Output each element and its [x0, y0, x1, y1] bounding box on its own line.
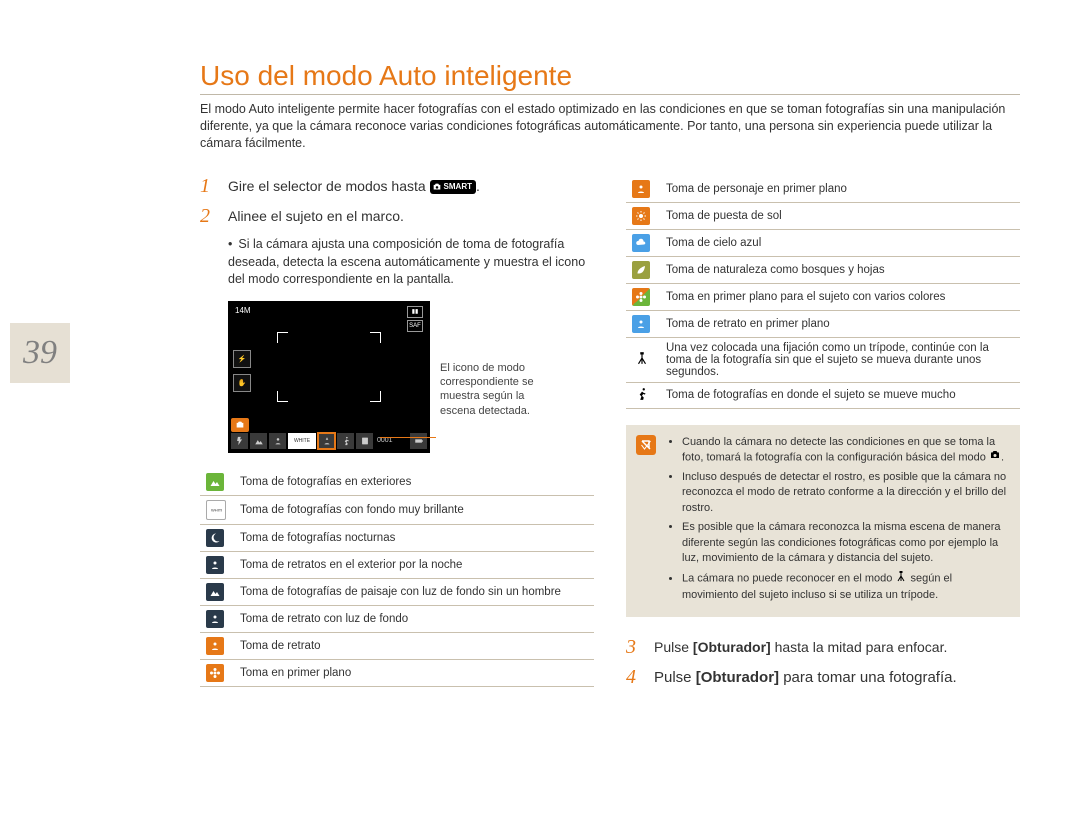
backlight-landscape-icon: [206, 583, 224, 601]
tripod-icon: [632, 351, 652, 365]
stabilizer-icon: ✋: [233, 374, 251, 392]
svg-text:WHITE: WHITE: [211, 507, 222, 512]
closeup-portrait-icon: [632, 315, 650, 333]
note-item: Incluso después de detectar el rostro, e…: [682, 470, 1008, 516]
sunset-icon: [632, 207, 650, 225]
page-title: Uso del modo Auto inteligente: [200, 60, 1020, 95]
scene-icon-table-right: Toma de personaje en primer planoToma de…: [626, 176, 1020, 409]
icon-row: Toma en primer plano: [200, 659, 594, 686]
step-number: 1: [200, 176, 216, 196]
page-content: Uso del modo Auto inteligente El modo Au…: [0, 0, 1080, 699]
strip-white-icon: WHITE: [288, 433, 316, 449]
icon-row: Toma de cielo azul: [626, 229, 1020, 256]
icon-label: Toma de retratos en el exterior por la n…: [234, 551, 594, 578]
icon-row: WHITE Toma de fotografías con fondo muy b…: [200, 495, 594, 524]
icon-row: Toma de retrato: [200, 632, 594, 659]
icon-label: Toma en primer plano para el sujeto con …: [660, 283, 1020, 310]
step-number: 3: [626, 637, 642, 657]
camera-mode-strip: WHITE 0001: [231, 432, 427, 450]
white-icon: WHITE: [206, 500, 226, 520]
frame-counter: 0001: [375, 433, 395, 449]
resolution-indicator: 14M: [235, 306, 251, 332]
icon-row: Toma de fotografías en donde el sujeto s…: [626, 382, 1020, 408]
camera-display: 14M ▮▮ SAF ⚡ ✋: [228, 301, 430, 453]
macro-color-icon: [632, 288, 650, 306]
icon-row: Toma de naturaleza como bosques y hojas: [626, 256, 1020, 283]
strip-card-icon: [356, 433, 373, 449]
strip-flash-icon: [231, 433, 248, 449]
note-icon: [636, 435, 656, 455]
icon-label: Toma en primer plano: [234, 659, 594, 686]
icon-row: Toma de retratos en el exterior por la n…: [200, 551, 594, 578]
icon-label: Toma de fotografías en exteriores: [234, 469, 594, 496]
icon-row: Toma en primer plano para el sujeto con …: [626, 283, 1020, 310]
icon-label: Toma de fotografías de paisaje con luz d…: [234, 578, 594, 605]
backlight-portrait-icon: [206, 610, 224, 628]
smart-tag-icon: [231, 418, 249, 432]
motion-icon: [632, 387, 652, 401]
note-item: La cámara no puede reconocer en el modo …: [682, 570, 1008, 603]
strip-detected-icon: [318, 433, 335, 449]
camera-inline-icon: [989, 450, 1001, 465]
notes-box: Cuando la cámara no detecte las condicio…: [626, 425, 1020, 618]
night-icon: [206, 529, 224, 547]
strip-battery-icon: [410, 433, 427, 449]
tripod-inline-icon: [895, 570, 907, 587]
icon-row: Toma de fotografías de paisaje con luz d…: [200, 578, 594, 605]
right-column: Toma de personaje en primer planoToma de…: [626, 176, 1020, 700]
icon-row: Toma de retrato con luz de fondo: [200, 605, 594, 632]
step-2-detail: •Si la cámara ajusta una composición de …: [228, 236, 594, 289]
icon-label: Toma de cielo azul: [660, 229, 1020, 256]
step-4: 4 Pulse [Obturador] para tomar una fotog…: [626, 667, 1020, 689]
step-text: Alinee el sujeto en el marco.: [228, 206, 594, 226]
step-number: 4: [626, 667, 642, 689]
left-column: 1 Gire el selector de modos hasta SMART …: [200, 176, 594, 700]
scene-icon-table-left: Toma de fotografías en exteriores WHITE To…: [200, 469, 594, 687]
page-number: 39: [10, 323, 70, 383]
camera-glyph-icon: [432, 183, 442, 191]
step-text: Gire el selector de modos hasta SMART .: [228, 176, 594, 196]
night-portrait-icon: [206, 556, 224, 574]
step-3: 3 Pulse [Obturador] hasta la mitad para …: [626, 637, 1020, 657]
icon-row: Toma de fotografías en exteriores: [200, 469, 594, 496]
bluesky-icon: [632, 234, 650, 252]
icon-label: Una vez colocada una fijación como un tr…: [660, 337, 1020, 382]
step-text: Pulse [Obturador] para tomar una fotogra…: [654, 667, 1020, 689]
icon-label: Toma de fotografías en donde el sujeto s…: [660, 382, 1020, 408]
battery-icon: ▮▮: [407, 306, 423, 318]
icon-label: Toma de retrato en primer plano: [660, 310, 1020, 337]
note-item: Cuando la cámara no detecte las condicio…: [682, 435, 1008, 466]
icon-label: Toma de retrato con luz de fondo: [234, 605, 594, 632]
icon-row: Toma de puesta de sol: [626, 202, 1020, 229]
icon-label: Toma de personaje en primer plano: [660, 176, 1020, 203]
macro-icon: [206, 664, 224, 682]
icon-row: Toma de fotografías nocturnas: [200, 524, 594, 551]
mode-icon-callout: El icono de modo correspondiente se mues…: [440, 301, 560, 418]
icon-row: Toma de retrato en primer plano: [626, 310, 1020, 337]
strip-mountain-icon: [250, 433, 267, 449]
flash-icon: ⚡: [233, 350, 251, 368]
icon-label: Toma de fotografías nocturnas: [234, 524, 594, 551]
icon-label: Toma de naturaleza como bosques y hojas: [660, 256, 1020, 283]
strip-person-icon: [269, 433, 286, 449]
af-indicator: SAF: [407, 320, 423, 332]
icon-row: Toma de personaje en primer plano: [626, 176, 1020, 203]
intro-paragraph: El modo Auto inteligente permite hacer f…: [200, 101, 1020, 152]
icon-label: Toma de retrato: [234, 632, 594, 659]
icon-label: Toma de puesta de sol: [660, 202, 1020, 229]
note-item: Es posible que la cámara reconozca la mi…: [682, 520, 1008, 566]
icon-row: Una vez colocada una fijación como un tr…: [626, 337, 1020, 382]
step-text: Pulse [Obturador] hasta la mitad para en…: [654, 637, 1020, 657]
step-2: 2 Alinee el sujeto en el marco.: [200, 206, 594, 226]
focus-frame: [277, 332, 381, 402]
portrait-icon: [206, 637, 224, 655]
step-1: 1 Gire el selector de modos hasta SMART …: [200, 176, 594, 196]
icon-label: Toma de fotografías con fondo muy brilla…: [234, 495, 594, 524]
macro-portrait-icon: [632, 180, 650, 198]
step-number: 2: [200, 206, 216, 226]
smart-mode-badge: SMART: [430, 180, 476, 194]
landscape-icon: [206, 473, 224, 491]
nature-icon: [632, 261, 650, 279]
strip-run-icon: [337, 433, 354, 449]
